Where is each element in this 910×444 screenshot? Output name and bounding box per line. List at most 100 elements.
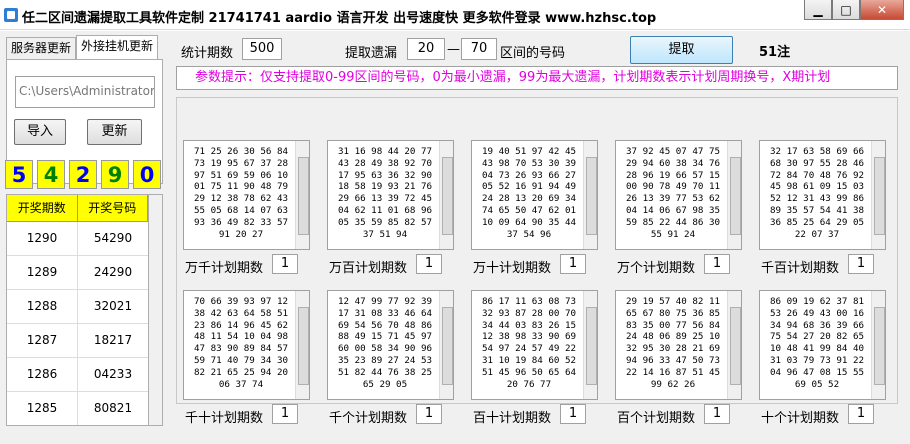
column-header-period: 开奖期数 bbox=[7, 195, 78, 222]
window-title: 任二区间遗漏提取工具软件定制 21741741 aardio 语言开发 出号速度… bbox=[22, 11, 657, 26]
column-header-number: 开奖号码 bbox=[77, 195, 148, 222]
table-row[interactable]: 1290 54290 bbox=[7, 222, 148, 256]
close-button[interactable]: ✕ bbox=[860, 0, 904, 20]
import-button[interactable]: 导入 bbox=[14, 119, 66, 145]
plan-numbers-box[interactable]: 37 92 45 07 47 75 29 94 60 38 34 76 28 9… bbox=[615, 140, 742, 250]
stat-periods-label: 统计期数 bbox=[181, 46, 234, 61]
plan-block: 19 40 51 97 42 45 43 98 70 53 30 39 04 7… bbox=[471, 140, 598, 276]
plan-scrollbar[interactable] bbox=[295, 141, 309, 249]
main-window-body: 服务器更新 外接挂机更新 C:\Users\Administrator\ 导入 … bbox=[0, 31, 910, 444]
plan-period-input[interactable]: 1 bbox=[560, 254, 586, 274]
plan-period-label: 百十计划期数 bbox=[473, 411, 552, 426]
plan-numbers-text: 32 17 63 58 69 66 68 30 97 55 28 46 72 8… bbox=[769, 146, 865, 240]
plan-numbers-text: 86 09 19 62 37 81 53 26 49 43 00 16 34 9… bbox=[769, 296, 865, 390]
plan-numbers-box[interactable]: 71 25 26 30 56 84 73 19 95 67 37 28 97 5… bbox=[183, 140, 310, 250]
title-bar: 任二区间遗漏提取工具软件定制 21741741 aardio 语言开发 出号速度… bbox=[0, 0, 910, 30]
plan-numbers-box[interactable]: 31 16 98 44 20 77 43 28 49 38 92 70 17 9… bbox=[327, 140, 454, 250]
extract-button[interactable]: 提取 bbox=[630, 36, 733, 64]
digit-box: 0 bbox=[133, 160, 161, 189]
extract-miss-label: 提取遗漏 bbox=[345, 46, 398, 61]
digit-box: 4 bbox=[37, 160, 65, 189]
table-row[interactable]: 1286 04233 bbox=[7, 358, 148, 392]
stat-periods-input[interactable]: 500 bbox=[242, 38, 282, 60]
plan-period-label: 千个计划期数 bbox=[329, 411, 408, 426]
tab-server-update[interactable]: 服务器更新 bbox=[6, 37, 77, 59]
plan-numbers-box[interactable]: 12 47 99 77 92 39 17 31 08 33 46 64 69 5… bbox=[327, 290, 454, 400]
period-cell: 1285 bbox=[7, 392, 78, 425]
draw-history-table: 开奖期数 开奖号码 1290 54290 1289 24290 1288 32021 128… bbox=[6, 194, 149, 426]
tab-external-update[interactable]: 外接挂机更新 bbox=[76, 35, 159, 59]
range-from-input[interactable]: 20 bbox=[407, 38, 445, 60]
update-tabs: 服务器更新 外接挂机更新 bbox=[6, 35, 159, 59]
plan-period-label: 万十计划期数 bbox=[473, 261, 552, 276]
minimize-button[interactable]: ▁ bbox=[804, 0, 832, 20]
plan-period-input[interactable]: 1 bbox=[416, 404, 442, 424]
window-controls: ▁ □ ✕ bbox=[804, 0, 904, 20]
plan-numbers-text: 37 92 45 07 47 75 29 94 60 38 34 76 28 9… bbox=[625, 146, 721, 240]
table-row[interactable]: 1288 32021 bbox=[7, 290, 148, 324]
history-scrollbar[interactable] bbox=[149, 194, 163, 426]
latest-draw-digits: 5 4 2 9 0 bbox=[5, 160, 161, 189]
period-cell: 1288 bbox=[7, 290, 78, 323]
plan-scrollbar[interactable] bbox=[439, 291, 453, 399]
plan-period-input[interactable]: 1 bbox=[704, 254, 730, 274]
update-button[interactable]: 更新 bbox=[87, 119, 142, 145]
app-icon bbox=[4, 8, 18, 22]
table-row[interactable]: 1285 80821 bbox=[7, 392, 148, 425]
plan-block: 29 19 57 40 82 11 65 67 80 75 36 85 83 3… bbox=[615, 290, 742, 426]
plan-scrollbar[interactable] bbox=[727, 141, 741, 249]
plan-block: 32 17 63 58 69 66 68 30 97 55 28 46 72 8… bbox=[759, 140, 886, 276]
plan-numbers-text: 70 66 39 93 97 12 38 42 63 64 58 51 23 8… bbox=[193, 296, 289, 390]
table-row[interactable]: 1289 24290 bbox=[7, 256, 148, 290]
plan-numbers-text: 29 19 57 40 82 11 65 67 80 75 36 85 83 3… bbox=[625, 296, 721, 390]
number-cell: 80821 bbox=[93, 401, 133, 415]
plan-numbers-box[interactable]: 32 17 63 58 69 66 68 30 97 55 28 46 72 8… bbox=[759, 140, 886, 250]
plan-period-input[interactable]: 1 bbox=[848, 404, 874, 424]
plan-period-label: 万百计划期数 bbox=[329, 261, 408, 276]
number-cell: 04233 bbox=[93, 367, 133, 381]
table-header: 开奖期数 开奖号码 bbox=[7, 195, 148, 222]
maximize-button[interactable]: □ bbox=[832, 0, 860, 20]
plan-numbers-box[interactable]: 19 40 51 97 42 45 43 98 70 53 30 39 04 7… bbox=[471, 140, 598, 250]
plan-block: 31 16 98 44 20 77 43 28 49 38 92 70 17 9… bbox=[327, 140, 454, 276]
digit-box: 9 bbox=[101, 160, 129, 189]
plan-numbers-text: 12 47 99 77 92 39 17 31 08 33 46 64 69 5… bbox=[337, 296, 433, 390]
plan-numbers-box[interactable]: 86 17 11 63 08 73 32 93 87 28 00 70 34 4… bbox=[471, 290, 598, 400]
plan-numbers-box[interactable]: 70 66 39 93 97 12 38 42 63 64 58 51 23 8… bbox=[183, 290, 310, 400]
period-cell: 1289 bbox=[7, 256, 78, 289]
plan-numbers-box[interactable]: 86 09 19 62 37 81 53 26 49 43 00 16 34 9… bbox=[759, 290, 886, 400]
plan-scrollbar[interactable] bbox=[295, 291, 309, 399]
number-cell: 54290 bbox=[93, 231, 133, 245]
plan-block: 70 66 39 93 97 12 38 42 63 64 58 51 23 8… bbox=[183, 290, 310, 426]
plan-period-input[interactable]: 1 bbox=[848, 254, 874, 274]
period-cell: 1287 bbox=[7, 324, 78, 357]
plan-scrollbar[interactable] bbox=[583, 291, 597, 399]
range-to-input[interactable]: 70 bbox=[461, 38, 497, 60]
plan-block: 12 47 99 77 92 39 17 31 08 33 46 64 69 5… bbox=[327, 290, 454, 426]
plan-period-label: 百个计划期数 bbox=[617, 411, 696, 426]
plan-period-input[interactable]: 1 bbox=[272, 404, 298, 424]
number-cell: 32021 bbox=[93, 299, 133, 313]
path-field[interactable]: C:\Users\Administrator\ bbox=[15, 76, 155, 108]
plan-period-label: 千百计划期数 bbox=[761, 261, 840, 276]
table-row[interactable]: 1287 18217 bbox=[7, 324, 148, 358]
number-cell: 18217 bbox=[93, 333, 133, 347]
plan-numbers-box[interactable]: 29 19 57 40 82 11 65 67 80 75 36 85 83 3… bbox=[615, 290, 742, 400]
plan-period-input[interactable]: 1 bbox=[704, 404, 730, 424]
plan-period-label: 万个计划期数 bbox=[617, 261, 696, 276]
number-cell: 24290 bbox=[93, 265, 133, 279]
plan-numbers-text: 71 25 26 30 56 84 73 19 95 67 37 28 97 5… bbox=[193, 146, 289, 240]
plan-scrollbar[interactable] bbox=[439, 141, 453, 249]
bet-count: 51注 bbox=[759, 45, 791, 60]
plan-period-input[interactable]: 1 bbox=[272, 254, 298, 274]
plan-numbers-text: 86 17 11 63 08 73 32 93 87 28 00 70 34 4… bbox=[481, 296, 577, 390]
digit-box: 5 bbox=[5, 160, 33, 189]
plan-scrollbar[interactable] bbox=[583, 141, 597, 249]
plan-scrollbar[interactable] bbox=[871, 141, 885, 249]
plan-scrollbar[interactable] bbox=[727, 291, 741, 399]
plan-period-label: 万千计划期数 bbox=[185, 261, 264, 276]
plan-period-input[interactable]: 1 bbox=[416, 254, 442, 274]
digit-box: 2 bbox=[69, 160, 97, 189]
plan-scrollbar[interactable] bbox=[871, 291, 885, 399]
plan-period-input[interactable]: 1 bbox=[560, 404, 586, 424]
